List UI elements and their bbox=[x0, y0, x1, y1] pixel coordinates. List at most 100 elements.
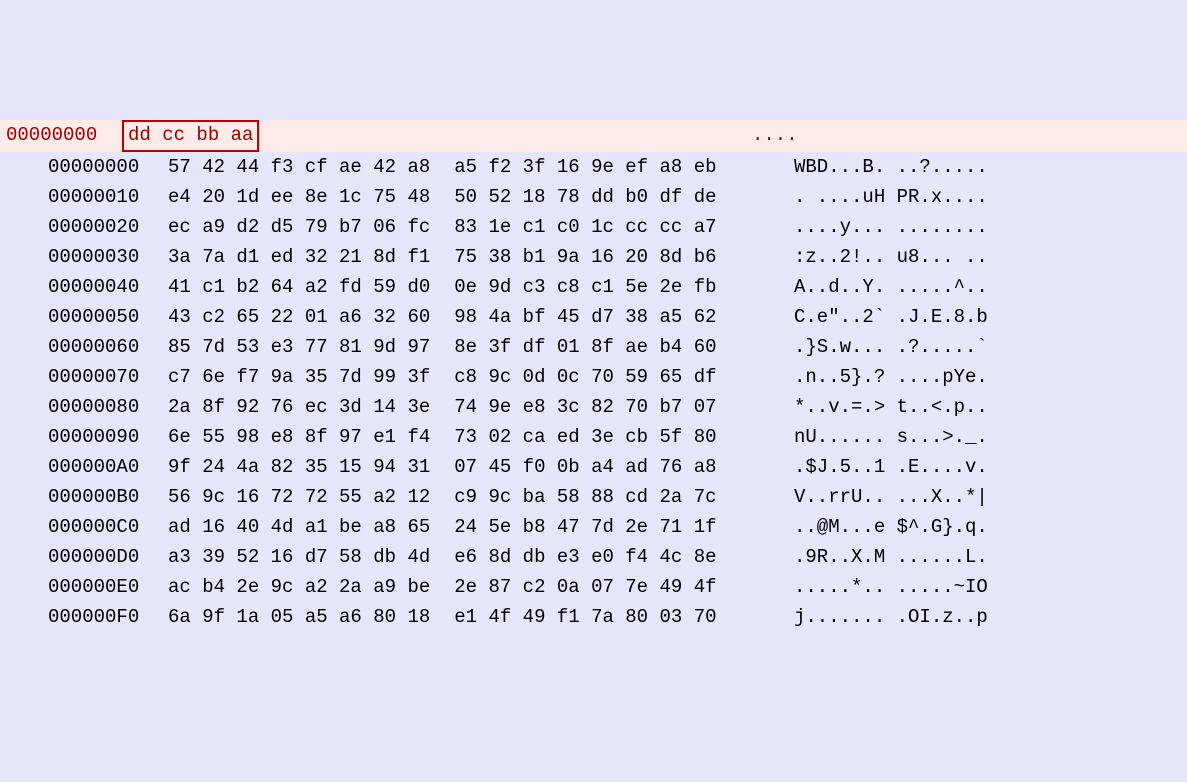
row-hex-bytes: ac b4 2e 9c a2 2a a9 be 2e 87 c2 0a 07 7e… bbox=[168, 572, 728, 602]
hex-row: 000000802a 8f 92 76 ec 3d 14 3e 74 9e e8 … bbox=[0, 392, 1187, 422]
row-hex-bytes: ec a9 d2 d5 79 b7 06 fc 83 1e c1 c0 1c cc… bbox=[168, 212, 728, 242]
row-ascii: nU...... s...>._. bbox=[728, 422, 1154, 452]
row-ascii: *..v.=.> t..<.p.. bbox=[728, 392, 1154, 422]
row-hex-bytes: 6a 9f 1a 05 a5 a6 80 18 e1 4f 49 f1 7a 80… bbox=[168, 602, 728, 632]
row-ascii: .....*.. .....~IO bbox=[728, 572, 1154, 602]
header-ascii: .... bbox=[686, 120, 1112, 152]
hex-group-1: a3 39 52 16 d7 58 db 4d bbox=[168, 542, 430, 572]
hex-group-1: e4 20 1d ee 8e 1c 75 48 bbox=[168, 182, 430, 212]
hex-row: 00000070c7 6e f7 9a 35 7d 99 3f c8 9c 0d … bbox=[0, 362, 1187, 392]
hex-group-2: c8 9c 0d 0c 70 59 65 df bbox=[454, 362, 716, 392]
hex-group-2: c9 9c ba 58 88 cd 2a 7c bbox=[454, 482, 716, 512]
hex-group-1: 3a 7a d1 ed 32 21 8d f1 bbox=[168, 242, 430, 272]
hex-group-1: 56 9c 16 72 72 55 a2 12 bbox=[168, 482, 430, 512]
row-offset: 000000E0 bbox=[0, 572, 168, 602]
hex-group-2: 74 9e e8 3c 82 70 b7 07 bbox=[454, 392, 716, 422]
hex-group-1: 85 7d 53 e3 77 81 9d 97 bbox=[168, 332, 430, 362]
row-hex-bytes: 85 7d 53 e3 77 81 9d 97 8e 3f df 01 8f ae… bbox=[168, 332, 728, 362]
hex-row: 000000B056 9c 16 72 72 55 a2 12 c9 9c ba … bbox=[0, 482, 1187, 512]
hex-group-1: ac b4 2e 9c a2 2a a9 be bbox=[168, 572, 430, 602]
hex-dump-view: 00000000dd cc bb aa....0000000057 42 44 … bbox=[0, 120, 1187, 632]
hex-row: 000000E0ac b4 2e 9c a2 2a a9 be 2e 87 c2 … bbox=[0, 572, 1187, 602]
header-hex-area: dd cc bb aa bbox=[126, 120, 686, 152]
row-hex-bytes: 6e 55 98 e8 8f 97 e1 f4 73 02 ca ed 3e cb… bbox=[168, 422, 728, 452]
row-offset: 000000A0 bbox=[0, 452, 168, 482]
hex-group-2: a5 f2 3f 16 9e ef a8 eb bbox=[454, 152, 716, 182]
row-offset: 00000000 bbox=[0, 152, 168, 182]
row-offset: 000000C0 bbox=[0, 512, 168, 542]
row-hex-bytes: 3a 7a d1 ed 32 21 8d f1 75 38 b1 9a 16 20… bbox=[168, 242, 728, 272]
row-ascii: .$J.5..1 .E....v. bbox=[728, 452, 1154, 482]
hex-group-2: 50 52 18 78 dd b0 df de bbox=[454, 182, 716, 212]
hex-group-2: 2e 87 c2 0a 07 7e 49 4f bbox=[454, 572, 716, 602]
hex-group-2: 73 02 ca ed 3e cb 5f 80 bbox=[454, 422, 716, 452]
hex-row: 000000906e 55 98 e8 8f 97 e1 f4 73 02 ca … bbox=[0, 422, 1187, 452]
hex-group-2: e1 4f 49 f1 7a 80 03 70 bbox=[454, 602, 716, 632]
hex-group-1: 6a 9f 1a 05 a5 a6 80 18 bbox=[168, 602, 430, 632]
hex-row: 0000004041 c1 b2 64 a2 fd 59 d0 0e 9d c3 … bbox=[0, 272, 1187, 302]
hex-group-2: 0e 9d c3 c8 c1 5e 2e fb bbox=[454, 272, 716, 302]
row-hex-bytes: 9f 24 4a 82 35 15 94 31 07 45 f0 0b a4 ad… bbox=[168, 452, 728, 482]
hex-group-1: 41 c1 b2 64 a2 fd 59 d0 bbox=[168, 272, 430, 302]
row-offset: 000000B0 bbox=[0, 482, 168, 512]
row-hex-bytes: 2a 8f 92 76 ec 3d 14 3e 74 9e e8 3c 82 70… bbox=[168, 392, 728, 422]
row-offset: 00000040 bbox=[0, 272, 168, 302]
hex-group-2: 07 45 f0 0b a4 ad 76 a8 bbox=[454, 452, 716, 482]
hex-group-1: ec a9 d2 d5 79 b7 06 fc bbox=[168, 212, 430, 242]
row-ascii: :z..2!.. u8... .. bbox=[728, 242, 1154, 272]
hex-group-1: 2a 8f 92 76 ec 3d 14 3e bbox=[168, 392, 430, 422]
row-offset: 00000050 bbox=[0, 302, 168, 332]
row-offset: 00000080 bbox=[0, 392, 168, 422]
row-ascii: .9R..X.M ......L. bbox=[728, 542, 1154, 572]
hex-group-1: 43 c2 65 22 01 a6 32 60 bbox=[168, 302, 430, 332]
row-hex-bytes: c7 6e f7 9a 35 7d 99 3f c8 9c 0d 0c 70 59… bbox=[168, 362, 728, 392]
row-offset: 00000060 bbox=[0, 332, 168, 362]
header-row: 00000000dd cc bb aa.... bbox=[0, 120, 1187, 152]
hex-row: 000000303a 7a d1 ed 32 21 8d f1 75 38 b1 … bbox=[0, 242, 1187, 272]
row-offset: 00000090 bbox=[0, 422, 168, 452]
row-offset: 00000030 bbox=[0, 242, 168, 272]
row-hex-bytes: e4 20 1d ee 8e 1c 75 48 50 52 18 78 dd b0… bbox=[168, 182, 728, 212]
hex-row: 0000005043 c2 65 22 01 a6 32 60 98 4a bf … bbox=[0, 302, 1187, 332]
hex-row: 0000000057 42 44 f3 cf ae 42 a8 a5 f2 3f … bbox=[0, 152, 1187, 182]
hex-group-1: 9f 24 4a 82 35 15 94 31 bbox=[168, 452, 430, 482]
row-offset: 00000010 bbox=[0, 182, 168, 212]
row-hex-bytes: 57 42 44 f3 cf ae 42 a8 a5 f2 3f 16 9e ef… bbox=[168, 152, 728, 182]
header-offset: 00000000 bbox=[0, 120, 126, 152]
row-hex-bytes: ad 16 40 4d a1 be a8 65 24 5e b8 47 7d 2e… bbox=[168, 512, 728, 542]
hex-group-1: ad 16 40 4d a1 be a8 65 bbox=[168, 512, 430, 542]
row-offset: 00000020 bbox=[0, 212, 168, 242]
row-ascii: j....... .OI.z..p bbox=[728, 602, 1154, 632]
hex-row: 000000C0ad 16 40 4d a1 be a8 65 24 5e b8 … bbox=[0, 512, 1187, 542]
row-hex-bytes: 43 c2 65 22 01 a6 32 60 98 4a bf 45 d7 38… bbox=[168, 302, 728, 332]
hex-row: 000000A09f 24 4a 82 35 15 94 31 07 45 f0 … bbox=[0, 452, 1187, 482]
row-ascii: C.e"..2` .J.E.8.b bbox=[728, 302, 1154, 332]
row-ascii: .}S.w... .?.....` bbox=[728, 332, 1154, 362]
row-ascii: WBD...B. ..?..... bbox=[728, 152, 1154, 182]
hex-group-2: 8e 3f df 01 8f ae b4 60 bbox=[454, 332, 716, 362]
hex-group-2: 98 4a bf 45 d7 38 a5 62 bbox=[454, 302, 716, 332]
row-ascii: .n..5}.? ....pYe. bbox=[728, 362, 1154, 392]
row-hex-bytes: 41 c1 b2 64 a2 fd 59 d0 0e 9d c3 c8 c1 5e… bbox=[168, 272, 728, 302]
hex-row: 00000020ec a9 d2 d5 79 b7 06 fc 83 1e c1 … bbox=[0, 212, 1187, 242]
hex-group-1: c7 6e f7 9a 35 7d 99 3f bbox=[168, 362, 430, 392]
hex-group-2: e6 8d db e3 e0 f4 4c 8e bbox=[454, 542, 716, 572]
row-offset: 00000070 bbox=[0, 362, 168, 392]
row-ascii: ....y... ........ bbox=[728, 212, 1154, 242]
hex-group-2: 24 5e b8 47 7d 2e 71 1f bbox=[454, 512, 716, 542]
row-ascii: . ....uH PR.x.... bbox=[728, 182, 1154, 212]
row-offset: 000000F0 bbox=[0, 602, 168, 632]
hex-group-1: 57 42 44 f3 cf ae 42 a8 bbox=[168, 152, 430, 182]
row-ascii: ..@M...e $^.G}.q. bbox=[728, 512, 1154, 542]
hex-group-1: 6e 55 98 e8 8f 97 e1 f4 bbox=[168, 422, 430, 452]
row-ascii: A..d..Y. .....^.. bbox=[728, 272, 1154, 302]
hex-row: 000000D0a3 39 52 16 d7 58 db 4d e6 8d db … bbox=[0, 542, 1187, 572]
hex-row: 0000006085 7d 53 e3 77 81 9d 97 8e 3f df … bbox=[0, 332, 1187, 362]
hex-group-2: 75 38 b1 9a 16 20 8d b6 bbox=[454, 242, 716, 272]
header-hex-highlight-box: dd cc bb aa bbox=[122, 120, 259, 152]
row-ascii: V..rrU.. ...X..*| bbox=[728, 482, 1154, 512]
row-hex-bytes: a3 39 52 16 d7 58 db 4d e6 8d db e3 e0 f4… bbox=[168, 542, 728, 572]
row-offset: 000000D0 bbox=[0, 542, 168, 572]
hex-group-2: 83 1e c1 c0 1c cc cc a7 bbox=[454, 212, 716, 242]
hex-row: 000000F06a 9f 1a 05 a5 a6 80 18 e1 4f 49 … bbox=[0, 602, 1187, 632]
